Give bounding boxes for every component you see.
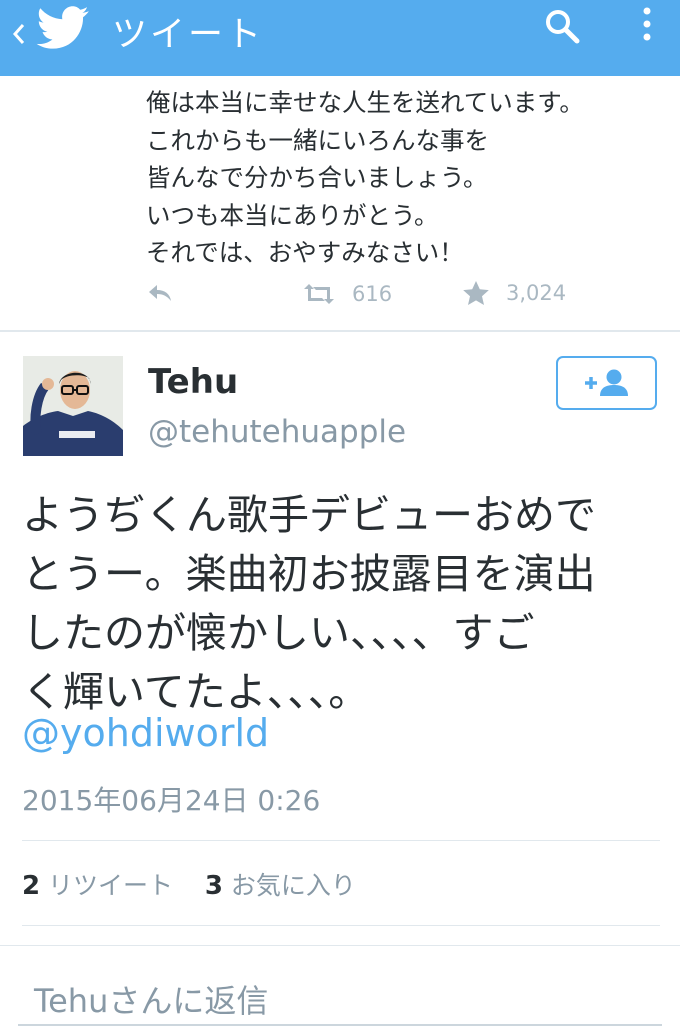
favorites-stat[interactable]: 3 お気に入り (204, 871, 356, 901)
tweet-stats: 2 リツイート 3 お気に入り (22, 866, 356, 902)
reply-input[interactable]: Tehuさんに返信 (18, 966, 662, 1026)
previous-tweet-line: それでは、おやすみなさい！ (146, 238, 464, 267)
divider (0, 945, 680, 946)
reply-icon (149, 285, 171, 301)
retweet-button[interactable]: 616 (302, 282, 392, 306)
tweet-text: ようぢくん歌手デビューおめで とうー。楽曲初お披露目を演出 したのが懐かしい、、… (22, 486, 662, 722)
tweet-line: したのが懐かしい、、、、すご (22, 609, 535, 657)
chevron-left-icon[interactable] (8, 14, 30, 54)
avatar[interactable] (23, 356, 123, 456)
favorite-button[interactable]: 3,024 (462, 280, 566, 306)
previous-tweet-line: いつも本当にありがとう。 (146, 200, 439, 230)
favorites-count: 3 (204, 871, 223, 901)
reply-placeholder: Tehuさんに返信 (34, 982, 269, 1020)
retweets-label: リツイート (48, 871, 174, 900)
previous-tweet-line: 俺は本当に幸せな人生を送れています。 (146, 88, 584, 117)
twitter-bird-icon[interactable] (34, 6, 92, 50)
previous-tweet-line: 皆んなで分かち合いましょう。 (146, 163, 488, 192)
page-title: ツイート (112, 15, 265, 55)
mention-link[interactable]: @yohdiworld (22, 711, 269, 755)
divider (22, 925, 660, 926)
previous-tweet-text: 俺は本当に幸せな人生を送れています。 これからも一緒にいろんな事を 皆んなで分か… (146, 84, 666, 272)
favorite-count: 3,024 (506, 281, 567, 305)
retweets-count: 2 (22, 871, 41, 901)
divider (0, 330, 680, 332)
tweet-line: とうー。楽曲初お披露目を演出 (22, 550, 596, 598)
tweet-timestamp: 2015年06月24日 0:26 (22, 784, 321, 817)
search-icon[interactable] (540, 4, 584, 48)
star-icon (463, 281, 489, 305)
retweet-count: 616 (352, 282, 393, 306)
add-user-icon (585, 369, 628, 396)
reply-button[interactable] (146, 282, 174, 304)
retweet-icon (304, 284, 334, 304)
follow-button[interactable] (556, 356, 657, 410)
user-handle[interactable]: @tehutehuapple (148, 414, 406, 450)
favorites-label: お気に入り (230, 871, 356, 900)
top-app-bar: ツイート (0, 0, 680, 76)
previous-tweet-actions: 616 3,024 (0, 278, 680, 318)
divider (22, 840, 660, 841)
previous-tweet-line: これからも一緒にいろんな事を (146, 125, 489, 155)
tweet-line: ようぢくん歌手デビューおめで (22, 491, 596, 539)
user-name[interactable]: Tehu (148, 362, 238, 402)
more-vertical-icon[interactable] (632, 2, 662, 50)
retweets-stat[interactable]: 2 リツイート (22, 871, 174, 901)
